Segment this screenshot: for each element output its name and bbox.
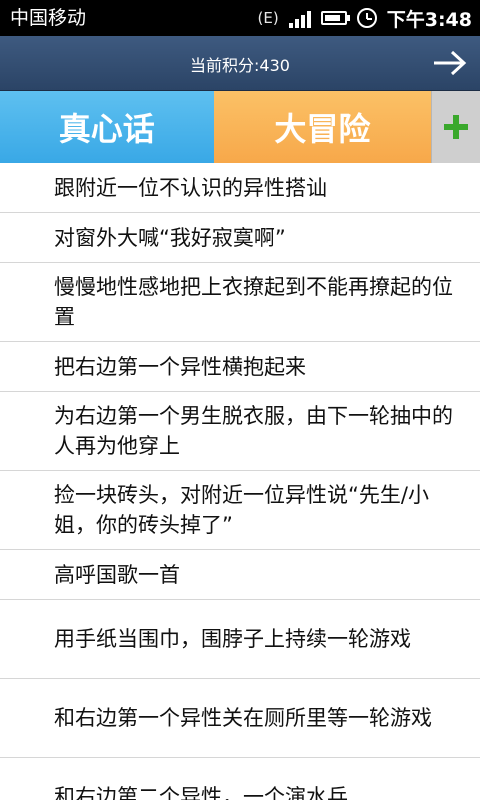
status-time: 下午3:48 (386, 8, 472, 31)
tab-dare[interactable]: 大冒险 (213, 91, 432, 163)
list-item[interactable]: 为右边第一个男生脱衣服，由下一轮抽中的人再为他穿上 (0, 392, 480, 471)
add-button[interactable] (431, 91, 480, 163)
status-bar: 中国移动 (E) 下午3:48 (0, 0, 480, 36)
list-item[interactable]: 对窗外大喊“我好寂寞啊” (0, 213, 480, 263)
battery-level (324, 15, 340, 21)
arrow-right-icon (434, 50, 467, 76)
dare-list: 跟附近一位不认识的异性搭讪 对窗外大喊“我好寂寞啊” 慢慢地性感地把上衣撩起到不… (0, 163, 480, 800)
list-item[interactable]: 捡一块砖头，对附近一位异性说“先生/小姐，你的砖头掉了” (0, 471, 480, 550)
list-item[interactable]: 跟附近一位不认识的异性搭讪 (0, 163, 480, 213)
alarm-clock-icon (356, 8, 377, 28)
list-item[interactable]: 用手纸当围巾，围脖子上持续一轮游戏 (0, 600, 480, 679)
network-type-icon: (E) (257, 9, 279, 27)
list-item[interactable]: 和右边第二个异性，一个演水兵 (0, 758, 480, 800)
mode-tabs: 真心话 大冒险 (0, 91, 480, 163)
signal-icon (288, 8, 311, 28)
battery-icon (320, 11, 350, 25)
list-item[interactable]: 和右边第一个异性关在厕所里等一轮游戏 (0, 679, 480, 758)
title-bar: 当前积分:430 (0, 36, 480, 91)
status-icons: (E) 下午3:48 (258, 4, 472, 32)
plus-icon (444, 115, 469, 139)
current-score: 当前积分:430 (190, 56, 290, 75)
list-item[interactable]: 高呼国歌一首 (0, 550, 480, 600)
next-button[interactable] (430, 46, 470, 80)
screen: 中国移动 (E) 下午3:48 当前积分:430 真心话 大冒险 跟附近一位不认… (0, 0, 480, 800)
tab-truth[interactable]: 真心话 (0, 91, 214, 163)
carrier-name: 中国移动 (10, 7, 87, 29)
list-item[interactable]: 慢慢地性感地把上衣撩起到不能再撩起的位置 (0, 263, 480, 342)
list-item[interactable]: 把右边第一个异性横抱起来 (0, 342, 480, 392)
